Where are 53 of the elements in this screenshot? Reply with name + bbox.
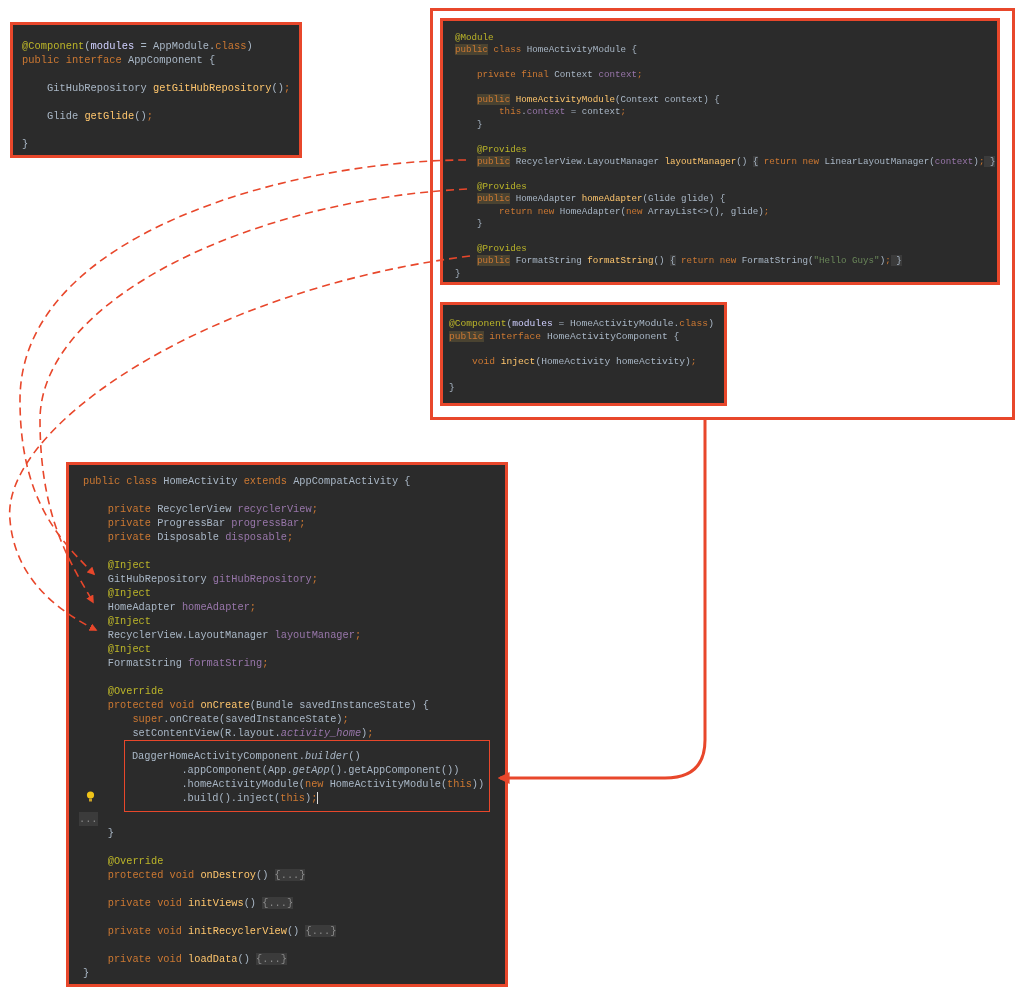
code-line: @Inject	[107, 558, 151, 572]
code-line: @Component(modules = AppModule.class)	[22, 39, 253, 53]
code-line: private void initRecyclerView() {...}	[107, 924, 337, 938]
code-line: return new HomeAdapter(new ArrayList<>(), glide);	[499, 205, 770, 219]
code-line: public class HomeActivity extends AppCompatActivity {	[83, 474, 411, 488]
code-line: private Disposable disposable;	[107, 530, 294, 544]
code-line: this.context = context;	[499, 106, 626, 119]
code-line: protected void onCreate(Bundle savedInstanceState) {	[107, 698, 430, 712]
code-line: public interface HomeActivityComponent {	[449, 330, 680, 344]
code-line: }	[455, 267, 461, 281]
code-line: FormatString formatString;	[107, 656, 269, 670]
code-line: @Provides	[477, 180, 527, 194]
code-line: @Module	[455, 32, 494, 45]
code-line: private void initViews() {...}	[107, 896, 294, 910]
code-line: .appComponent(App.getApp().getAppComponent())	[181, 763, 460, 777]
code-line: @Inject	[107, 642, 151, 656]
code-line: Glide getGlide();	[46, 109, 153, 123]
code-line: }	[477, 218, 483, 231]
code-line: public interface AppComponent {	[22, 53, 216, 67]
code-line: HomeAdapter homeAdapter;	[107, 600, 257, 614]
code-line: @Override	[107, 854, 164, 868]
code-line: RecyclerView.LayoutManager layoutManager;	[107, 628, 362, 642]
code-line: private ProgressBar progressBar;	[107, 516, 306, 530]
code-line: super.onCreate(savedInstanceState);	[132, 712, 349, 726]
folded-code[interactable]: ...	[79, 812, 98, 826]
code-line: @Inject	[107, 614, 151, 628]
code-line: public HomeAdapter homeAdapter(Glide glide) {	[477, 193, 726, 206]
code-line: DaggerHomeActivityComponent.builder()	[131, 749, 361, 763]
code-line: }	[107, 826, 114, 840]
code-line: GitHubRepository getGitHubRepository();	[46, 81, 291, 95]
code-line: public class HomeActivityModule {	[455, 44, 637, 57]
code-line: .homeActivityModule(new HomeActivityModule(this))	[181, 777, 485, 791]
code-line: private final Context context;	[477, 69, 643, 82]
code-line: }	[83, 966, 90, 980]
code-line: }	[22, 137, 29, 151]
code-line: public RecyclerView.LayoutManager layoutManager() { return new LinearLayoutManager(context); }	[477, 156, 996, 169]
code-line: }	[477, 118, 483, 132]
code-line: private void loadData() {...}	[107, 952, 287, 966]
code-line: @Component(modules = HomeActivityModule.class)	[449, 318, 714, 331]
code-line: void inject(HomeActivity homeActivity);	[472, 356, 697, 370]
code-line: GitHubRepository gitHubRepository;	[107, 572, 318, 586]
code-line: @Override	[107, 684, 164, 698]
code-line: public FormatString formatString() { return new FormatString("Hello Guys"); }	[477, 255, 902, 268]
code-line: .build().inject(this);	[181, 791, 319, 805]
code-line: private RecyclerView recyclerView;	[107, 502, 318, 516]
code-line: @Provides	[477, 143, 527, 157]
code-line: }	[449, 382, 455, 395]
code-line: public HomeActivityModule(Context context) {	[477, 94, 720, 107]
code-line: @Inject	[107, 586, 151, 600]
code-line: protected void onDestroy() {...}	[107, 868, 306, 882]
code-line: @Provides	[477, 242, 527, 256]
code-line: setContentView(R.layout.activity_home);	[132, 726, 374, 740]
lightbulb-icon[interactable]	[85, 791, 95, 803]
